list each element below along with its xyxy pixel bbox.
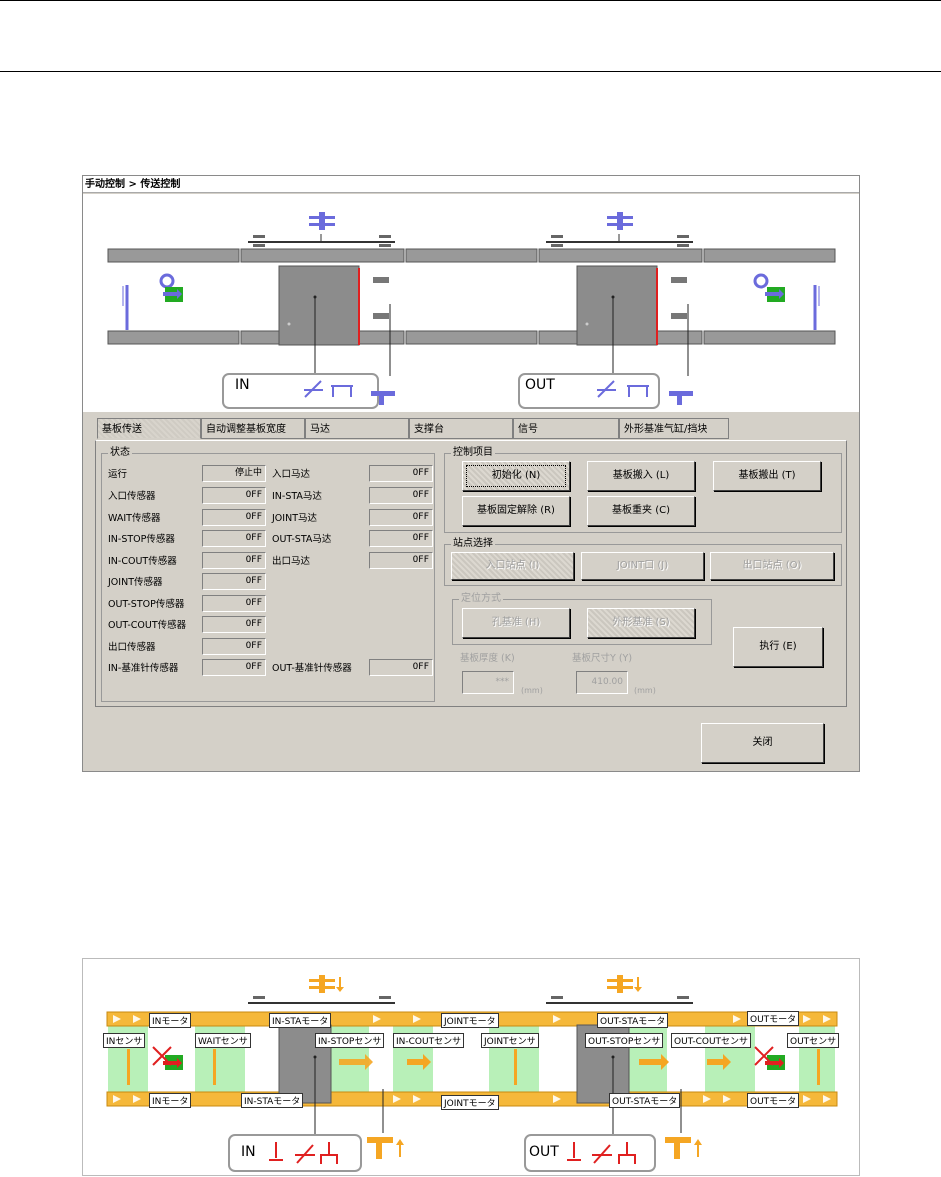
status-label: IN-COUT传感器	[108, 556, 177, 567]
shape-reference-button[interactable]: 外形基准 (S)	[587, 608, 695, 638]
control-group-title: 控制项目	[451, 447, 495, 459]
status-value: OFF	[202, 573, 266, 590]
thickness-unit: (mm)	[521, 686, 543, 695]
tag-out-sensor: OUTセンサ	[787, 1033, 840, 1048]
status-label: OUT-STA马达	[272, 534, 332, 545]
tab-support[interactable]: 支撑台	[409, 418, 513, 439]
size-y-field[interactable]: 410.00	[576, 671, 628, 694]
status-value: OFF	[369, 487, 433, 504]
thickness-label: 基板厚度 (K)	[460, 653, 515, 664]
status-value: OFF	[202, 638, 266, 655]
status-value: OFF	[202, 595, 266, 612]
tag-in-sta-motor-bottom: IN-STAモータ	[241, 1093, 304, 1108]
annotated-conveyor-figure: INモータ IN-STAモータ JOINTモータ OUT-STAモータ OUTモ…	[82, 958, 860, 1176]
tag-joint-motor-bottom: JOINTモータ	[441, 1095, 499, 1110]
status-value: OFF	[369, 530, 433, 547]
tag-joint-sensor: JOINTセンサ	[481, 1033, 539, 1048]
status-label: IN-基准针传感器	[108, 663, 179, 674]
status-label: 入口传感器	[108, 491, 156, 502]
tag-in-sta-motor-top: IN-STAモータ	[269, 1013, 332, 1028]
conveyor-diagram-svg	[107, 212, 836, 409]
tab-signal[interactable]: 信号	[513, 418, 619, 439]
status-label: IN-STA马达	[272, 491, 322, 502]
status-label: WAIT传感器	[108, 513, 161, 524]
status-value: OFF	[202, 659, 266, 676]
tag-in-sensor: INセンサ	[103, 1033, 146, 1048]
tag-out-sta-motor-bottom: OUT-STAモータ	[609, 1093, 681, 1108]
page-top-rule	[0, 0, 941, 1]
status-value: 停止中	[202, 465, 266, 482]
tab-motor[interactable]: 马达	[305, 418, 409, 439]
hole-reference-button[interactable]: 孔基准 (H)	[462, 608, 570, 638]
release-board-button[interactable]: 基板固定解除 (R)	[462, 496, 570, 526]
tag-joint-motor-top: JOINTモータ	[441, 1013, 499, 1028]
status-label: OUT-基准针传感器	[272, 663, 352, 674]
conveyor-diagram: IN OUT	[83, 194, 859, 412]
tab-board-transfer[interactable]: 基板传送	[97, 418, 201, 439]
status-value: OFF	[202, 616, 266, 633]
window-title: 手动控制 > 传送控制	[83, 176, 859, 193]
status-label: 出口马达	[272, 556, 311, 567]
load-board-button[interactable]: 基板搬入 (L)	[587, 461, 695, 491]
unload-board-button[interactable]: 基板搬出 (T)	[713, 461, 821, 491]
positioning-group-title: 定位方式	[459, 593, 503, 605]
tag-in-motor-bottom: INモータ	[149, 1093, 192, 1108]
size-y-label: 基板尺寸Y (Y)	[572, 653, 633, 664]
status-value: OFF	[202, 487, 266, 504]
tag-out-stop-sensor: OUT-STOPセンサ	[585, 1033, 664, 1048]
tag-in-stop-sensor: IN-STOPセンサ	[315, 1033, 385, 1048]
station-out-button[interactable]: 出口站点 (O)	[710, 552, 834, 580]
out-clamp-label: OUT	[525, 377, 555, 393]
station-in-button[interactable]: 入口站点 (I)	[451, 552, 574, 580]
thickness-field[interactable]: ***	[462, 671, 514, 694]
size-y-unit: (mm)	[634, 686, 656, 695]
tag-out-motor-top: OUTモータ	[747, 1011, 800, 1026]
station-joint-button[interactable]: JOINT口 (J)	[581, 552, 704, 580]
fig2-in-label: IN	[241, 1144, 256, 1160]
close-button[interactable]: 关闭	[701, 723, 824, 763]
status-label: 运行	[108, 469, 128, 480]
init-button[interactable]: 初始化 (N)	[462, 461, 570, 491]
status-label: OUT-COUT传感器	[108, 620, 187, 631]
station-group-title: 站点选择	[451, 538, 495, 550]
tab-auto-width[interactable]: 自动调整基板宽度	[201, 418, 305, 439]
status-label: 出口传感器	[108, 642, 156, 653]
tab-panel: 状态 运行 停止中 入口传感器 OFF WAIT传感器 OFF IN-STOP传…	[95, 440, 847, 707]
status-value: OFF	[369, 552, 433, 569]
page-header-rule	[0, 71, 941, 72]
status-label: IN-STOP传感器	[108, 534, 175, 545]
status-label: JOINT传感器	[108, 577, 163, 588]
status-group-title: 状态	[108, 447, 132, 459]
fig2-out-label: OUT	[529, 1144, 559, 1160]
tag-out-motor-bottom: OUTモータ	[747, 1093, 800, 1108]
tag-out-cout-sensor: OUT-COUTセンサ	[671, 1033, 752, 1048]
tag-in-motor-top: INモータ	[149, 1013, 192, 1028]
status-label: JOINT马达	[272, 513, 317, 524]
conveyor-control-window: 手动控制 > 传送控制 IN OUT 基板传送 自动调整基板宽度 马达 支撑台 …	[82, 175, 860, 772]
tag-out-sta-motor-top: OUT-STAモータ	[597, 1013, 669, 1028]
tag-in-cout-sensor: IN-COUTセンサ	[393, 1033, 465, 1048]
status-value: OFF	[202, 509, 266, 526]
execute-button[interactable]: 执行 (E)	[733, 627, 823, 667]
tab-shape-cylinder[interactable]: 外形基准气缸/挡块	[619, 418, 729, 439]
tag-wait-sensor: WAITセンサ	[195, 1033, 251, 1048]
reclamp-board-button[interactable]: 基板重夹 (C)	[587, 496, 695, 526]
status-value: OFF	[202, 552, 266, 569]
status-value: OFF	[369, 465, 433, 482]
in-clamp-label: IN	[235, 377, 250, 393]
status-label: 入口马达	[272, 469, 311, 480]
status-label: OUT-STOP传感器	[108, 599, 185, 610]
annotated-conveyor-svg	[106, 975, 838, 1172]
status-value: OFF	[369, 659, 433, 676]
status-value: OFF	[202, 530, 266, 547]
status-value: OFF	[369, 509, 433, 526]
